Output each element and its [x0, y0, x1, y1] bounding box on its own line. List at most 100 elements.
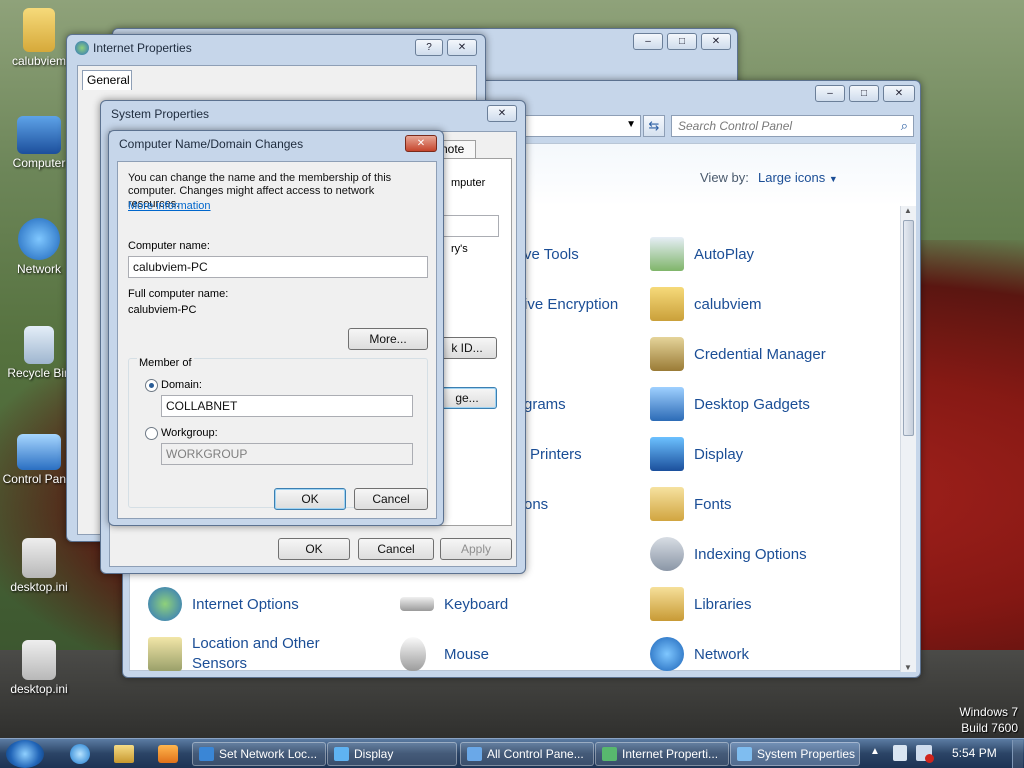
- more-button[interactable]: More...: [348, 328, 428, 350]
- close-button[interactable]: ✕: [487, 105, 517, 122]
- start-button[interactable]: [6, 740, 44, 768]
- windows-explorer-icon[interactable]: [114, 745, 134, 763]
- network-id-button[interactable]: k ID...: [437, 337, 497, 359]
- cp-item-fonts[interactable]: Fonts: [650, 484, 732, 524]
- task-internet-properties[interactable]: Internet Properti...: [595, 742, 729, 766]
- network-icon: [199, 747, 214, 761]
- scrollbar[interactable]: ▲ ▼: [900, 206, 916, 672]
- window-title: System Properties: [111, 107, 210, 121]
- tab-remote[interactable]: note: [440, 140, 476, 158]
- desktop-icon-desktop-ini-2[interactable]: desktop.ini: [0, 640, 78, 696]
- close-button[interactable]: ✕: [883, 85, 915, 102]
- media-player-icon[interactable]: [158, 745, 178, 763]
- computer-name-input[interactable]: calubviem-PC: [128, 256, 428, 278]
- apply-button[interactable]: Apply: [440, 538, 512, 560]
- user-folder-icon: [23, 8, 55, 52]
- close-button[interactable]: ✕: [701, 33, 731, 50]
- cp-item-mouse[interactable]: Mouse: [400, 634, 489, 674]
- dialog-computer-name-domain-changes: Computer Name/Domain Changes ✕ You can c…: [108, 130, 444, 526]
- refresh-icon[interactable]: ⇆: [643, 115, 665, 137]
- cp-item-devices-printers-partial[interactable]: Printers: [530, 434, 582, 474]
- internet-explorer-icon[interactable]: [70, 744, 90, 764]
- search-input[interactable]: Search Control Panel ⌕: [671, 115, 914, 137]
- scroll-up-icon[interactable]: ▲: [904, 206, 912, 215]
- cancel-button[interactable]: Cancel: [354, 488, 428, 510]
- control-panel-icon: [467, 747, 482, 761]
- taskbar: Set Network Loc... Display All Control P…: [0, 738, 1024, 768]
- windows-build-watermark: Windows 7 Build 7600: [959, 705, 1018, 735]
- cp-item-location-sensors[interactable]: Location and Other Sensors: [148, 634, 368, 674]
- task-system-properties[interactable]: System Properties: [730, 742, 860, 766]
- cp-item-desktop-gadgets[interactable]: Desktop Gadgets: [650, 384, 810, 424]
- chevron-down-icon[interactable]: ▼: [626, 119, 636, 130]
- fonts-icon: [650, 487, 684, 521]
- cp-item-user-folder[interactable]: calubviem: [650, 284, 762, 324]
- cp-item-internet-options[interactable]: Internet Options: [148, 584, 299, 624]
- domain-input[interactable]: COLLABNET: [161, 395, 413, 417]
- display-icon: [334, 747, 349, 761]
- cp-item-credential-manager[interactable]: Credential Manager: [650, 334, 826, 374]
- radio-dot: [149, 383, 154, 388]
- cp-item-network[interactable]: Network: [650, 634, 749, 674]
- close-button[interactable]: ✕: [447, 39, 477, 56]
- more-information-link[interactable]: More information: [128, 200, 211, 212]
- cp-item-admin-tools-partial[interactable]: ve Tools: [524, 234, 579, 274]
- address-bar[interactable]: ▼: [523, 115, 641, 137]
- network-tray-icon[interactable]: [916, 745, 934, 763]
- cp-item-default-programs-partial[interactable]: grams: [524, 384, 566, 424]
- ok-button[interactable]: OK: [278, 538, 350, 560]
- task-set-network-location[interactable]: Set Network Loc...: [192, 742, 326, 766]
- domain-radio[interactable]: [145, 379, 158, 392]
- error-badge-icon: [925, 754, 934, 763]
- cancel-button[interactable]: Cancel: [358, 538, 434, 560]
- view-by-dropdown[interactable]: Large icons ▼: [758, 170, 838, 185]
- display-icon: [650, 437, 684, 471]
- location-sensors-icon: [148, 637, 182, 671]
- show-hidden-icons-chevron-icon[interactable]: ▲: [870, 746, 880, 757]
- change-button[interactable]: ge...: [437, 387, 497, 409]
- desktop-icon-desktop-ini-1[interactable]: desktop.ini: [0, 538, 78, 594]
- tab-general[interactable]: General: [82, 70, 132, 90]
- cp-item-indexing-options[interactable]: Indexing Options: [650, 534, 807, 574]
- cp-item-autoplay[interactable]: AutoPlay: [650, 234, 754, 274]
- minimize-button[interactable]: –: [633, 33, 663, 50]
- show-desktop-button[interactable]: [1012, 740, 1023, 768]
- credential-manager-icon: [650, 337, 684, 371]
- search-icon[interactable]: ⌕: [901, 118, 908, 134]
- maximize-button[interactable]: □: [667, 33, 697, 50]
- cp-item-keyboard[interactable]: Keyboard: [400, 584, 508, 624]
- action-center-icon[interactable]: [893, 745, 907, 761]
- internet-options-icon: [148, 587, 182, 621]
- cp-item-display[interactable]: Display: [650, 434, 743, 474]
- workgroup-radio[interactable]: [145, 427, 158, 440]
- cp-item-bitlocker-partial[interactable]: ive Encryption: [524, 284, 618, 324]
- minimize-button[interactable]: –: [815, 85, 845, 102]
- ok-button[interactable]: OK: [274, 488, 346, 510]
- help-button[interactable]: ?: [415, 39, 443, 56]
- task-all-control-panel[interactable]: All Control Pane...: [460, 742, 594, 766]
- computer-description-field[interactable]: [443, 215, 499, 237]
- network-icon: [650, 637, 684, 671]
- system-properties-icon: [737, 747, 752, 761]
- computer-icon: [17, 116, 61, 154]
- scrollbar-thumb[interactable]: [903, 220, 914, 436]
- dialog-title: Computer Name/Domain Changes: [119, 137, 304, 151]
- libraries-icon: [650, 587, 684, 621]
- indexing-options-icon: [650, 537, 684, 571]
- internet-options-icon: [75, 41, 89, 55]
- dialog-body: You can change the name and the membersh…: [117, 161, 437, 519]
- chevron-down-icon: ▼: [828, 174, 838, 184]
- task-display[interactable]: Display: [327, 742, 457, 766]
- clock[interactable]: 5:54 PM: [952, 746, 997, 760]
- workgroup-input[interactable]: WORKGROUP: [161, 443, 413, 465]
- close-button[interactable]: ✕: [405, 135, 437, 152]
- settings-file-icon: [22, 640, 56, 680]
- user-folder-icon: [650, 287, 684, 321]
- maximize-button[interactable]: □: [849, 85, 879, 102]
- cp-item-libraries[interactable]: Libraries: [650, 584, 752, 624]
- network-icon: [18, 218, 60, 260]
- mouse-icon: [400, 637, 426, 671]
- settings-file-icon: [22, 538, 56, 578]
- scroll-down-icon[interactable]: ▼: [904, 663, 912, 672]
- cp-item-options-partial[interactable]: ons: [524, 484, 548, 524]
